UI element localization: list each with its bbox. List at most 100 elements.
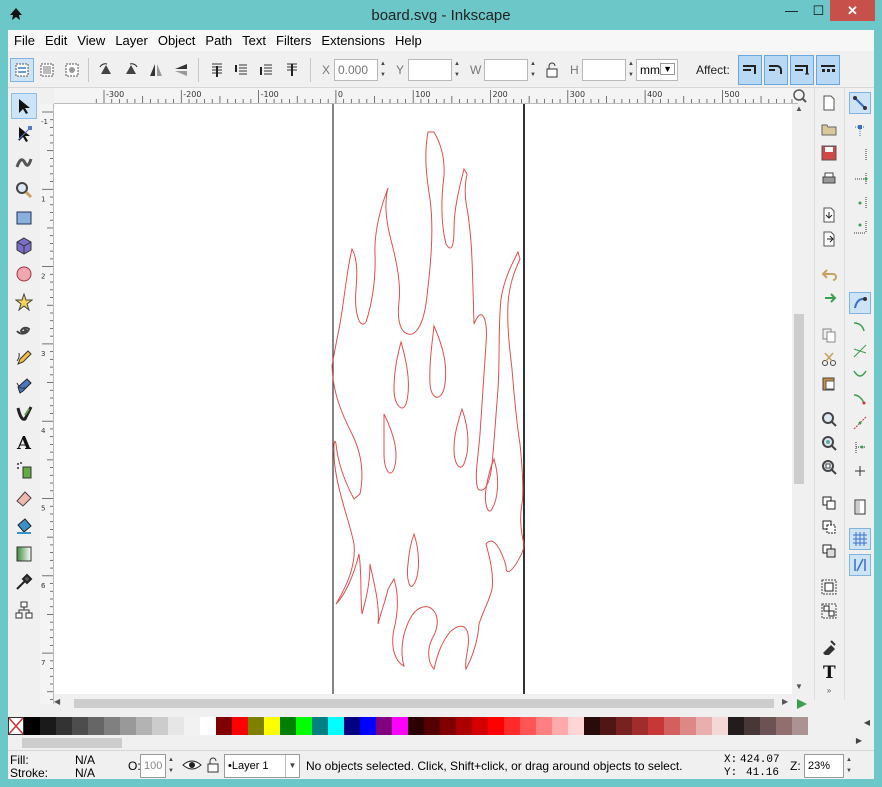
- zoom-icon[interactable]: [11, 177, 37, 203]
- connector-icon[interactable]: [11, 597, 37, 623]
- snap-grid-icon[interactable]: [849, 528, 871, 550]
- color-swatch[interactable]: [24, 717, 40, 735]
- snap-bbox-edge-icon[interactable]: [849, 144, 871, 166]
- move-gradients-toggle-icon[interactable]: [790, 55, 814, 85]
- menu-object[interactable]: Object: [154, 33, 200, 48]
- color-swatch[interactable]: [104, 717, 120, 735]
- snap-intersection-icon[interactable]: [849, 340, 871, 362]
- eye-visibility-icon[interactable]: [182, 757, 202, 775]
- opacity-spinner[interactable]: ▲ ▼: [168, 755, 174, 777]
- layer-dropdown[interactable]: •Layer 1 ▼: [224, 754, 300, 778]
- color-swatch[interactable]: [792, 717, 808, 735]
- x-spinner[interactable]: ▲ ▼: [378, 59, 388, 81]
- scroll-down-icon[interactable]: ▼: [792, 682, 806, 694]
- scroll-up-icon[interactable]: ▲: [792, 104, 806, 116]
- menu-help[interactable]: Help: [391, 33, 426, 48]
- menu-filters[interactable]: Filters: [272, 33, 315, 48]
- menu-extensions[interactable]: Extensions: [317, 33, 389, 48]
- calligraphy-icon[interactable]: [11, 401, 37, 427]
- color-swatch[interactable]: [760, 717, 776, 735]
- snap-toggle-icon[interactable]: [849, 92, 871, 114]
- color-swatch[interactable]: [648, 717, 664, 735]
- color-swatch[interactable]: [392, 717, 408, 735]
- color-swatch[interactable]: [56, 717, 72, 735]
- color-swatch[interactable]: [776, 717, 792, 735]
- zoom-corner-icon[interactable]: [792, 88, 808, 104]
- open-icon[interactable]: [818, 118, 840, 140]
- menu-text[interactable]: Text: [238, 33, 270, 48]
- zoom-field[interactable]: 23%: [804, 754, 844, 778]
- height-field[interactable]: [582, 59, 626, 81]
- snap-cusp-icon[interactable]: [849, 364, 871, 386]
- color-swatch[interactable]: [216, 717, 232, 735]
- snap-smooth-icon[interactable]: [849, 388, 871, 410]
- rotate-ccw-icon[interactable]: [94, 58, 118, 82]
- color-swatch[interactable]: [712, 717, 728, 735]
- scroll-left-icon[interactable]: ◀: [54, 697, 66, 706]
- menu-file[interactable]: File: [10, 33, 39, 48]
- ellipse-icon[interactable]: [11, 261, 37, 287]
- deselect-icon[interactable]: [60, 58, 84, 82]
- close-button[interactable]: ✕: [830, 0, 875, 21]
- group-icon[interactable]: [818, 576, 840, 598]
- node-icon[interactable]: [11, 121, 37, 147]
- text-font-icon[interactable]: T: [818, 660, 840, 682]
- snap-bbox-corner-icon[interactable]: [849, 168, 871, 190]
- width-spinner[interactable]: ▲ ▼: [528, 59, 538, 81]
- spray-icon[interactable]: [11, 457, 37, 483]
- clone-icon[interactable]: [818, 516, 840, 538]
- unlink-clone-icon[interactable]: [818, 540, 840, 562]
- flip-vertical-icon[interactable]: [169, 58, 193, 82]
- color-swatch[interactable]: [584, 717, 600, 735]
- menu-view[interactable]: View: [73, 33, 109, 48]
- move-patterns-toggle-icon[interactable]: [816, 55, 840, 85]
- more-commands-icon[interactable]: »: [818, 684, 840, 696]
- select-all-layers-icon[interactable]: [35, 58, 59, 82]
- snap-line-midpoint-icon[interactable]: [849, 412, 871, 434]
- dropper-icon[interactable]: [11, 569, 37, 595]
- star-icon[interactable]: [11, 289, 37, 315]
- bucket-icon[interactable]: [11, 513, 37, 539]
- snap-object-midpoint-icon[interactable]: [849, 436, 871, 458]
- color-swatch[interactable]: [456, 717, 472, 735]
- color-swatch[interactable]: [72, 717, 88, 735]
- color-swatch[interactable]: [200, 717, 216, 735]
- color-swatch[interactable]: [296, 717, 312, 735]
- zoom-page-icon[interactable]: [818, 456, 840, 478]
- palette-scroll-right-icon[interactable]: ▶: [856, 736, 862, 745]
- lower-to-bottom-icon[interactable]: [280, 58, 304, 82]
- y-field[interactable]: [408, 59, 452, 81]
- paste-icon[interactable]: [818, 372, 840, 394]
- color-swatch[interactable]: [616, 717, 632, 735]
- text-icon[interactable]: A: [11, 429, 37, 455]
- color-swatch[interactable]: [40, 717, 56, 735]
- vertical-scrollbar[interactable]: ▲ ▼: [792, 104, 806, 694]
- ungroup-icon[interactable]: [818, 600, 840, 622]
- stroke-value[interactable]: N/A: [75, 766, 95, 780]
- height-spinner[interactable]: ▲ ▼: [626, 59, 636, 81]
- color-swatch[interactable]: [728, 717, 744, 735]
- fill-value[interactable]: N/A: [75, 753, 95, 767]
- import-icon[interactable]: [818, 204, 840, 226]
- color-swatch[interactable]: [600, 717, 616, 735]
- color-swatch[interactable]: [504, 717, 520, 735]
- lock-icon[interactable]: [540, 58, 564, 82]
- palette-menu-icon[interactable]: ◀: [864, 718, 870, 727]
- canvas-corner-icon[interactable]: [794, 696, 810, 712]
- color-swatch[interactable]: [376, 717, 392, 735]
- color-swatch[interactable]: [568, 717, 584, 735]
- color-swatch[interactable]: [344, 717, 360, 735]
- color-swatch[interactable]: [744, 717, 760, 735]
- snap-nodes-icon[interactable]: [849, 292, 871, 314]
- layer-lock-icon[interactable]: [206, 757, 220, 775]
- horizontal-ruler[interactable]: -300 -200 -100 0 100 200 300 400 500: [54, 88, 798, 104]
- print-icon[interactable]: [818, 168, 840, 190]
- palette-scrollbar[interactable]: [22, 738, 122, 748]
- color-swatch[interactable]: [696, 717, 712, 735]
- zoom-spinner[interactable]: ▲ ▼: [846, 755, 852, 777]
- no-paint-swatch-icon[interactable]: [8, 717, 24, 735]
- export-icon[interactable]: [818, 228, 840, 250]
- duplicate-icon[interactable]: [818, 492, 840, 514]
- horizontal-scrollbar[interactable]: ◀ ▶: [54, 696, 794, 710]
- menu-layer[interactable]: Layer: [111, 33, 152, 48]
